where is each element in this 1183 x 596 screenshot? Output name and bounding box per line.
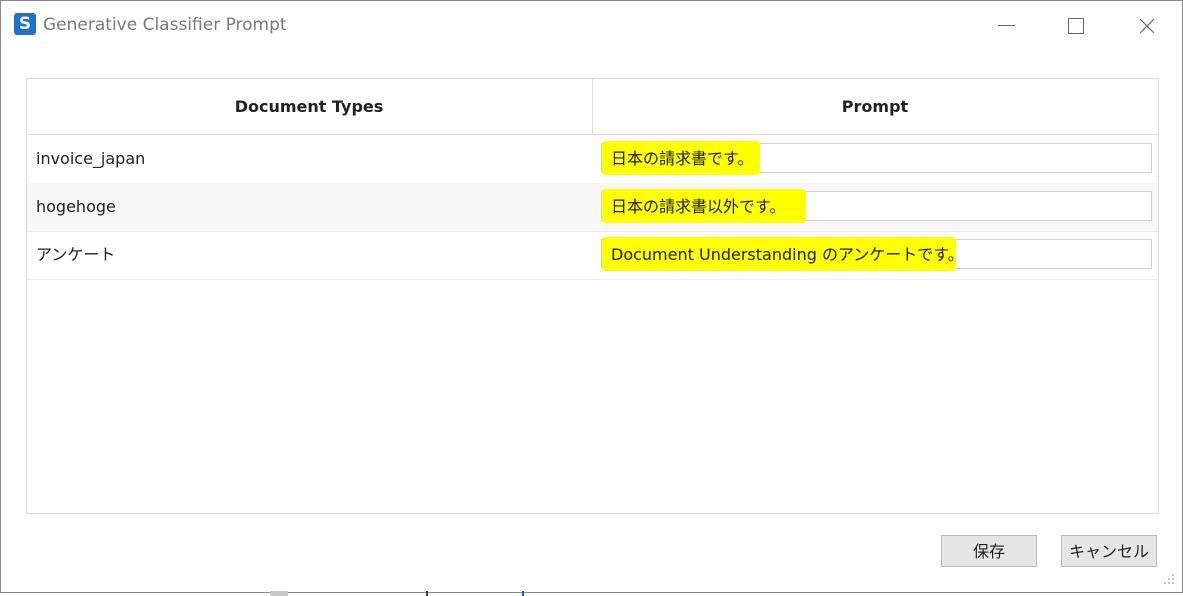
resize-grip-icon[interactable] [1161, 571, 1175, 585]
document-type-cell: アンケート [36, 245, 116, 264]
prompt-text: 日本の請求書以外です。 [611, 197, 786, 216]
app-logo-icon: S [14, 13, 36, 35]
cancel-button[interactable]: キャンセル [1061, 535, 1157, 567]
prompt-text: 日本の請求書です。 [611, 149, 754, 168]
minimize-icon [998, 25, 1015, 26]
table-row: invoice_japan 日本の請求書です。 [27, 135, 1158, 184]
close-icon [1139, 18, 1155, 34]
table-row: hogehoge 日本の請求書以外です。 [27, 183, 1158, 232]
prompt-text: Document Understanding のアンケートです。 [611, 245, 964, 264]
title-bar: S Generative Classifier Prompt [1, 1, 1182, 51]
prompt-input[interactable]: Document Understanding のアンケートです。 [601, 237, 1152, 271]
background-taskbar-fragment [270, 591, 524, 596]
column-header-prompt: Prompt [592, 79, 1157, 134]
minimize-button[interactable] [977, 1, 1037, 51]
save-button[interactable]: 保存 [941, 535, 1037, 567]
prompt-input[interactable]: 日本の請求書以外です。 [601, 189, 1152, 223]
dialog-window: S Generative Classifier Prompt Document … [0, 0, 1183, 593]
maximize-button[interactable] [1046, 1, 1106, 51]
document-type-cell: hogehoge [36, 197, 116, 216]
table-header: Document Types Prompt [27, 79, 1158, 135]
close-button[interactable] [1117, 1, 1177, 51]
prompt-input[interactable]: 日本の請求書です。 [601, 141, 1152, 175]
prompt-table: Document Types Prompt invoice_japan 日本の請… [26, 78, 1159, 514]
document-type-cell: invoice_japan [36, 149, 146, 168]
column-header-document-types: Document Types [234, 97, 384, 116]
window-title: Generative Classifier Prompt [43, 15, 287, 35]
maximize-icon [1068, 18, 1084, 34]
table-row: アンケート Document Understanding のアンケートです。 [27, 231, 1158, 280]
